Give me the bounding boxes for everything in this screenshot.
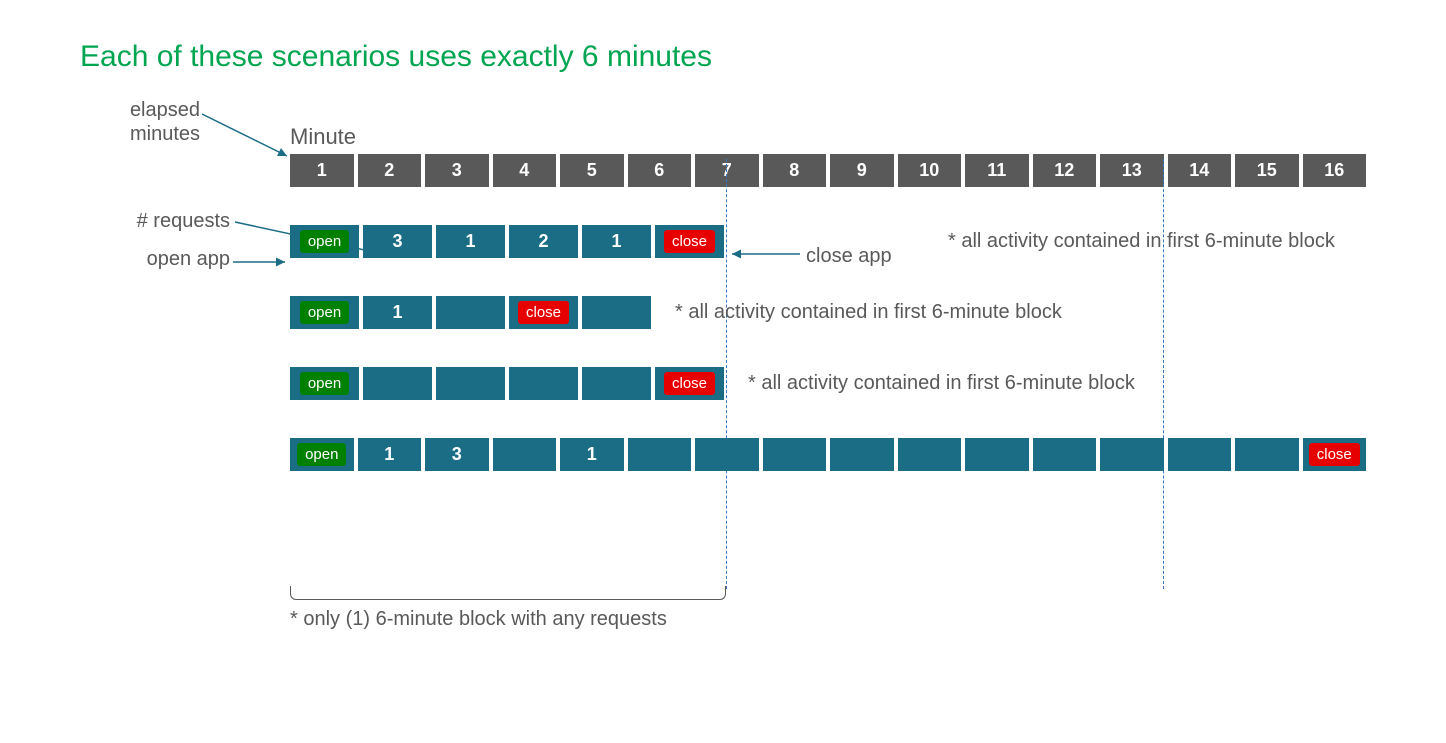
scenario-cell [509, 367, 578, 400]
scenario-cell: close [509, 296, 578, 329]
timeline-area: Minute 12345678910111213141516 open3121c… [290, 124, 1366, 471]
close-pill: close [1309, 443, 1360, 466]
open-pill: open [300, 301, 349, 324]
scenario-cell [1100, 438, 1164, 471]
header-cell: 9 [830, 154, 894, 187]
scenario-cell: 1 [582, 225, 651, 258]
scenario-cell [763, 438, 827, 471]
scenario-cell [898, 438, 962, 471]
scenario-cell: 2 [509, 225, 578, 258]
scenario-cell [363, 367, 432, 400]
scenario-cell [582, 296, 651, 329]
scenario-cell [628, 438, 692, 471]
label-elapsed: elapsed minutes [80, 98, 200, 146]
header-cell: 4 [493, 154, 557, 187]
header-cell: 13 [1100, 154, 1164, 187]
scenario-cell: 3 [363, 225, 432, 258]
scenario-cell [436, 296, 505, 329]
minute-label: Minute [290, 124, 1366, 150]
open-pill: open [300, 230, 349, 253]
scenario-note: * all activity contained in first 6-minu… [948, 230, 1335, 253]
scenario-cell [582, 367, 651, 400]
close-pill: close [664, 230, 715, 253]
arrow-open-app [233, 252, 293, 272]
scenario-cell [1168, 438, 1232, 471]
diagram: elapsed minutes # requests open app Minu… [80, 124, 1366, 471]
scenario-cell [1033, 438, 1097, 471]
brace: * only (1) 6-minute block with any reque… [290, 586, 726, 631]
header-cell: 3 [425, 154, 489, 187]
scenario-cell: close [1303, 438, 1367, 471]
scenario-cell [830, 438, 894, 471]
header-cell: 2 [358, 154, 422, 187]
scenario-cell [493, 438, 557, 471]
label-open-app: open app [80, 248, 230, 271]
scenario-cell [965, 438, 1029, 471]
scenario-cell: open [290, 296, 359, 329]
scenario-row: open close * all activity contained in fir… [290, 367, 1366, 400]
label-close-app: close app [806, 245, 892, 268]
close-pill: close [518, 301, 569, 324]
page-title: Each of these scenarios uses exactly 6 m… [80, 40, 1366, 74]
timeline-header: 12345678910111213141516 [290, 154, 1366, 187]
header-cell: 10 [898, 154, 962, 187]
header-cell: 1 [290, 154, 354, 187]
arrow-elapsed [202, 114, 297, 164]
header-cell: 12 [1033, 154, 1097, 187]
scenario-note: * all activity contained in first 6-minu… [748, 372, 1135, 395]
header-cell: 6 [628, 154, 692, 187]
scenario-note: * all activity contained in first 6-minu… [675, 301, 1062, 324]
label-requests: # requests [80, 210, 230, 233]
open-pill: open [297, 443, 346, 466]
scenario-cell [695, 438, 759, 471]
scenario-cell: close [655, 225, 724, 258]
scenario-cell: 1 [436, 225, 505, 258]
header-cell: 11 [965, 154, 1029, 187]
scenario-cell: open [290, 367, 359, 400]
scenario-cell: 1 [358, 438, 422, 471]
header-cell: 16 [1303, 154, 1367, 187]
scenario-cell [1235, 438, 1299, 471]
scenario-row: open131close [290, 438, 1366, 471]
scenario-cell: 3 [425, 438, 489, 471]
scenario-cell [436, 367, 505, 400]
scenario-row: open 1 close * all activity contained in fi… [290, 296, 1366, 329]
header-cell: 8 [763, 154, 827, 187]
scenario-cell: open [290, 225, 359, 258]
scenario-cell: 1 [363, 296, 432, 329]
open-pill: open [300, 372, 349, 395]
header-cell: 15 [1235, 154, 1299, 187]
header-cell: 5 [560, 154, 624, 187]
close-pill: close [664, 372, 715, 395]
header-cell: 14 [1168, 154, 1232, 187]
scenario-cell: 1 [560, 438, 624, 471]
brace-text: * only (1) 6-minute block with any reque… [290, 608, 726, 631]
scenario-cell: close [655, 367, 724, 400]
scenario-cell: open [290, 438, 354, 471]
